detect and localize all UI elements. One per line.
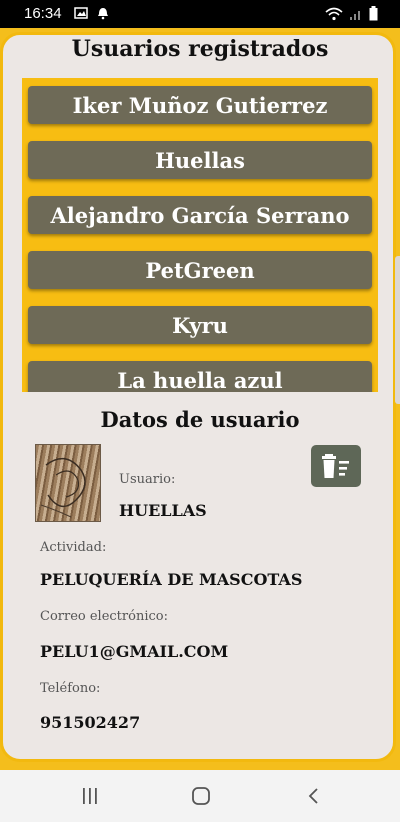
list-title: Usuarios registrados: [71, 36, 329, 62]
email-value: PELU1@GMAIL.COM: [40, 642, 229, 661]
user-list-item[interactable]: PetGreen: [28, 251, 372, 289]
user-list-item[interactable]: Alejandro García Serrano: [28, 196, 372, 234]
delete-user-button[interactable]: [311, 445, 361, 487]
recent-apps-icon: [83, 788, 97, 804]
recent-apps-button[interactable]: [78, 784, 102, 808]
user-list-item[interactable]: Huellas: [28, 141, 372, 179]
user-list-item[interactable]: La huella azul: [28, 361, 372, 392]
status-bar: 16:34: [0, 0, 400, 28]
phone-label: Teléfono:: [40, 681, 101, 696]
back-icon: [308, 788, 318, 804]
activity-value: PELUQUERÍA DE MASCOTAS: [40, 570, 303, 589]
user-avatar: [35, 444, 101, 522]
alarm-bell-icon: [98, 8, 108, 20]
user-list-item[interactable]: Iker Muñoz Gutierrez: [28, 86, 372, 124]
status-time: 16:34: [24, 5, 62, 22]
users-list[interactable]: Iker Muñoz Gutierrez Huellas Alejandro G…: [22, 78, 378, 392]
username-label: Usuario:: [119, 472, 176, 487]
phone-value: 951502427: [40, 713, 141, 732]
email-label: Correo electrónico:: [40, 609, 168, 624]
home-button[interactable]: [189, 784, 213, 808]
activity-label: Actividad:: [40, 540, 107, 555]
gallery-icon: [74, 7, 88, 19]
detail-title: Datos de usuario: [100, 407, 300, 432]
edge-panel-handle[interactable]: [395, 256, 400, 404]
username-value: HUELLAS: [119, 501, 207, 520]
wifi-icon: [325, 7, 343, 20]
home-icon: [192, 787, 210, 805]
user-list-item[interactable]: Kyru: [28, 306, 372, 344]
delete-list-icon: [322, 454, 349, 478]
signal-icon: [350, 10, 360, 20]
battery-icon: [369, 6, 378, 21]
system-nav-bar: [0, 770, 400, 822]
back-button[interactable]: [302, 784, 326, 808]
